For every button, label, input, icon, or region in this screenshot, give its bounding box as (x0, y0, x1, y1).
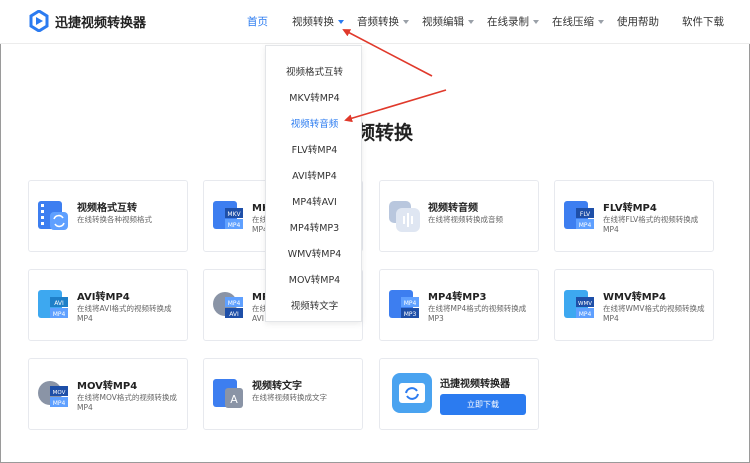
card-title: MP4转MP3 (428, 292, 487, 303)
card-description: 在线将WMV格式的视频转换成MP4 (603, 304, 705, 323)
card-title: WMV转MP4 (603, 292, 666, 303)
card-description: 在线将视频转换成文字 (252, 393, 327, 402)
avi-mp4-icon: AVI MP4 (38, 290, 68, 318)
nav-home-label: 首页 (247, 16, 268, 28)
card-title: AVI转MP4 (77, 292, 130, 303)
dropdown-item-flv-mp4[interactable]: FLV转MP4 (266, 142, 363, 156)
tool-card[interactable]: 视频格式互转 在线转换各种视频格式 (28, 180, 188, 252)
avi-format-label: AVI (54, 300, 64, 307)
download-now-button[interactable]: 立即下载 (440, 394, 526, 415)
card-description: 在线将FLV格式的视频转换成MP4 (603, 215, 699, 234)
mp4-format-label: MP4 (579, 311, 592, 318)
video-text-icon: A (213, 379, 243, 408)
text-letter-glyph: A (230, 393, 238, 406)
tool-card[interactable]: AVI MP4 AVI转MP4 在线将AVI格式的视频转换成MP4 (28, 269, 188, 341)
top-navigation-bar: 迅捷视频转换器 首页 视频转换 音频转换 视频编辑 在线录制 在线压缩 使用帮助… (0, 0, 750, 44)
tool-card[interactable]: WMV MP4 WMV转MP4 在线将WMV格式的视频转换成MP4 (554, 269, 714, 341)
card-title: MOV转MP4 (77, 381, 138, 392)
card-description: 在线转换各种视频格式 (77, 215, 152, 224)
mkv-mp4-icon: MKV MP4 (213, 201, 243, 229)
download-card-title: 迅捷视频转换器 (440, 379, 510, 390)
dropdown-item-mkv-mp4[interactable]: MKV转MP4 (266, 90, 363, 104)
app-download-icon (392, 373, 432, 413)
dropdown-item-mov-mp4[interactable]: MOV转MP4 (266, 272, 363, 286)
tool-card[interactable]: 视频转音频 在线将视频转换成音频 (379, 180, 539, 252)
brand-name[interactable]: 迅捷视频转换器 (55, 12, 146, 31)
video-convert-icon (38, 201, 68, 230)
card-title: 视频转音频 (428, 203, 478, 214)
dropdown-item-mp4-avi[interactable]: MP4转AVI (266, 194, 363, 208)
nav-video-edit-label: 视频编辑 (422, 16, 464, 28)
card-description: 在线将视频转换成音频 (428, 215, 503, 224)
nav-home[interactable]: 首页 (247, 14, 268, 29)
download-card[interactable]: 迅捷视频转换器 立即下载 (379, 358, 539, 430)
mov-mp4-icon: MOV MP4 (38, 381, 68, 407)
mp4-mp3-icon: MP4 MP3 (389, 290, 419, 318)
nav-audio-convert-label: 音频转换 (357, 16, 399, 28)
chevron-down-icon (533, 20, 539, 24)
card-title: 视频格式互转 (77, 203, 137, 214)
dropdown-item-mp4-mp3[interactable]: MP4转MP3 (266, 220, 363, 234)
mkv-format-label: MKV (227, 211, 241, 218)
tool-card[interactable]: FLV MP4 FLV转MP4 在线将FLV格式的视频转换成MP4 (554, 180, 714, 252)
nav-online-compress-label: 在线压缩 (552, 16, 594, 28)
tool-card[interactable]: MOV MP4 MOV转MP4 在线将MOV格式的视频转换成MP4 (28, 358, 188, 430)
nav-software-download[interactable]: 软件下载 (682, 14, 724, 29)
mp4-format-label: MP4 (228, 300, 241, 307)
nav-video-edit[interactable]: 视频编辑 (422, 14, 474, 29)
video-convert-dropdown-menu: 视频格式互转 MKV转MP4 视频转音频 FLV转MP4 AVI转MP4 MP4… (265, 45, 362, 322)
mov-format-label: MOV (53, 390, 66, 396)
dropdown-item-video-to-text[interactable]: 视频转文字 (266, 298, 363, 312)
mp4-format-label: MP4 (228, 222, 241, 229)
flv-format-label: FLV (580, 211, 591, 218)
nav-video-convert[interactable]: 视频转换 (292, 14, 344, 29)
nav-help[interactable]: 使用帮助 (617, 14, 659, 29)
chevron-down-icon (598, 20, 604, 24)
dropdown-item-avi-mp4[interactable]: AVI转MP4 (266, 168, 363, 182)
card-title: 视频转文字 (252, 381, 302, 392)
card-title: FLV转MP4 (603, 203, 657, 214)
card-description: 在线将AVI格式的视频转换成MP4 (77, 304, 172, 323)
tool-card[interactable]: MP4 MP3 MP4转MP3 在线将MP4格式的视频转换成MP3 (379, 269, 539, 341)
mp4-format-label: MP4 (404, 300, 417, 307)
nav-video-convert-label: 视频转换 (292, 16, 334, 28)
wmv-mp4-icon: WMV MP4 (564, 290, 594, 318)
mp3-format-label: MP3 (404, 311, 417, 318)
nav-software-download-label: 软件下载 (682, 16, 724, 28)
wmv-format-label: WMV (578, 301, 592, 307)
flv-mp4-icon: FLV MP4 (564, 201, 594, 229)
audio-wave-icon (389, 201, 420, 232)
chevron-down-icon (338, 20, 344, 24)
mp4-avi-icon: MP4 AVI (213, 292, 243, 318)
nav-online-record-label: 在线录制 (487, 16, 529, 28)
nav-audio-convert[interactable]: 音频转换 (357, 14, 409, 29)
dropdown-item-wmv-mp4[interactable]: WMV转MP4 (266, 246, 363, 260)
dropdown-item-video-to-audio[interactable]: 视频转音频 (266, 116, 363, 130)
chevron-down-icon (468, 20, 474, 24)
card-description: 在线将MP4格式的视频转换成MP3 (428, 304, 527, 323)
dropdown-item-video-format[interactable]: 视频格式互转 (266, 64, 363, 78)
app-logo-icon[interactable] (29, 10, 49, 32)
tool-card[interactable]: A 视频转文字 在线将视频转换成文字 (203, 358, 363, 430)
mp4-format-label: MP4 (579, 222, 592, 229)
nav-online-record[interactable]: 在线录制 (487, 14, 539, 29)
mp4-format-label: MP4 (53, 311, 66, 318)
nav-help-label: 使用帮助 (617, 16, 659, 28)
card-description: 在线将MOV格式的视频转换成MP4 (77, 393, 177, 412)
chevron-down-icon (403, 20, 409, 24)
nav-online-compress[interactable]: 在线压缩 (552, 14, 604, 29)
avi-format-label: AVI (229, 311, 239, 318)
mp4-format-label: MP4 (53, 400, 66, 407)
